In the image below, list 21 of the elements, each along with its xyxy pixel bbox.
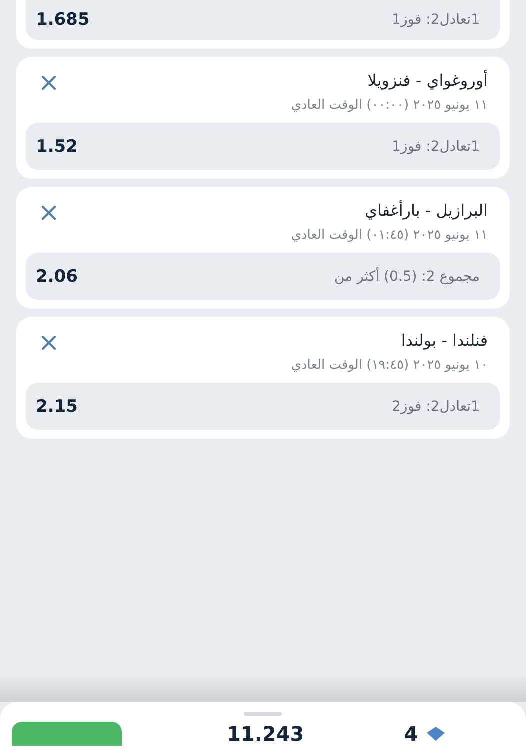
match-title: أوروغواي - فنزويلا	[366, 71, 488, 90]
selection-label: 1تعادل2: فوز1	[392, 12, 480, 28]
total-odds: 11.243	[227, 722, 304, 746]
odds-value: 1.685	[36, 10, 90, 30]
close-icon[interactable]	[41, 75, 57, 91]
odds-value: 2.06	[36, 266, 78, 286]
match-date: ١١ يونيو ٢٠٢٥ (٠٠:٠٠) الوقت العادي	[291, 98, 488, 113]
selection-label: 1تعادل2: فوز1	[392, 138, 480, 154]
match-date: ١١ يونيو ٢٠٢٥ (٠١:٤٥) الوقت العادي	[291, 228, 488, 243]
selection-label: مجموع 2: (0.5) أكثر من	[334, 268, 480, 284]
odds-value: 2.15	[36, 396, 78, 416]
selection-label: 1تعادل2: فوز2	[392, 398, 480, 414]
close-icon[interactable]	[41, 205, 57, 221]
diamond-icon	[426, 726, 446, 742]
match-date: ١٠ يونيو ٢٠٢٥ (١٩:٤٥) الوقت العادي	[291, 358, 488, 373]
odds-value: 1.52	[36, 136, 78, 156]
drag-handle[interactable]	[244, 712, 282, 716]
close-icon[interactable]	[41, 335, 57, 351]
match-title: فنلندا - بولندا	[400, 331, 488, 350]
bet-count: 4	[404, 722, 418, 746]
match-title: البرازيل - بارأغفاي	[364, 201, 488, 220]
